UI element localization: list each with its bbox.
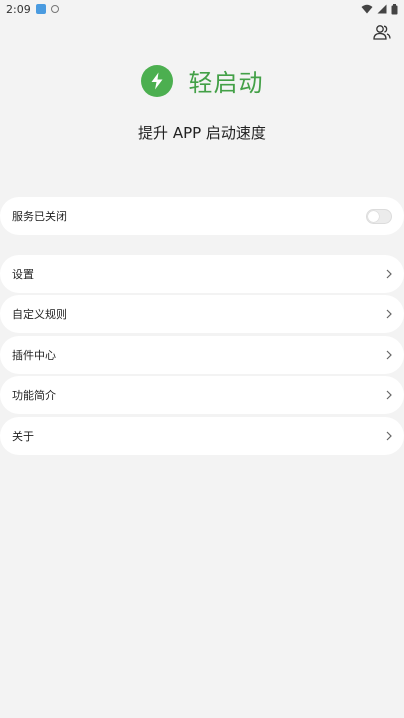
chevron-right-icon [386,309,392,319]
menu-item-label: 自定义规则 [12,308,67,321]
menu-item-label: 关于 [12,430,34,443]
menu-item-custom-rules[interactable]: 自定义规则 [0,295,404,333]
wifi-icon [361,4,373,14]
battery-icon [391,3,398,14]
status-right [361,3,398,15]
menu-item-settings[interactable]: 设置 [0,255,404,293]
notification-app-icon [35,4,46,14]
cell-signal-icon [377,4,387,14]
chevron-right-icon [386,350,392,360]
status-time: 2:09 [6,2,31,16]
app-tagline: 提升 APP 启动速度 [138,124,266,142]
notification-dot-icon [50,5,59,13]
menu-item-plugin-center[interactable]: 插件中心 [0,336,404,374]
menu-item-about[interactable]: 关于 [0,417,404,455]
chevron-right-icon [386,431,392,441]
menu-item-label: 功能简介 [12,389,56,402]
menu-item-feature-intro[interactable]: 功能简介 [0,376,404,414]
chevron-right-icon [386,390,392,400]
app-name: 轻启动 [188,69,264,97]
app-logo [140,64,173,97]
menu-item-label: 设置 [12,268,34,281]
service-toggle[interactable] [366,208,392,224]
menu-item-label: 插件中心 [12,349,56,362]
chevron-right-icon [386,269,392,279]
brand: 轻启动 [0,63,404,98]
toggle-knob [368,210,379,222]
service-status-row: 服务已关闭 [0,197,404,235]
users-icon [373,25,391,40]
status-bar: 2:09 [0,0,404,18]
account-button[interactable] [372,22,392,42]
service-status-label: 服务已关闭 [12,210,67,223]
lightning-bolt-icon [151,72,162,89]
